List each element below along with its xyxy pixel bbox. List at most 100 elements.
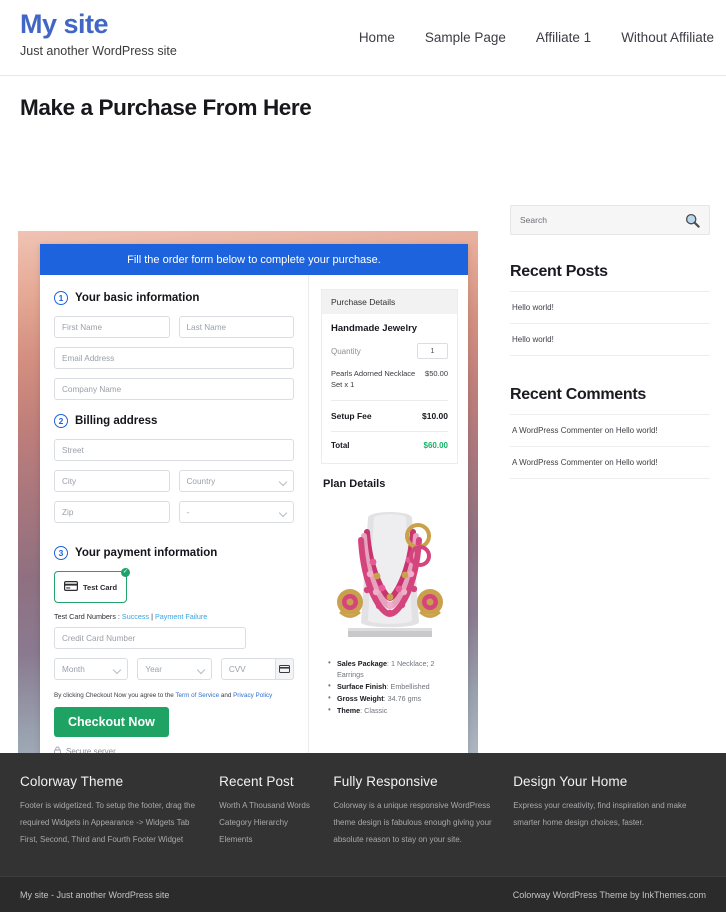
cvv-group: CVV [220,658,294,689]
total-row: Total $60.00 [331,432,448,454]
order-form-banner: Fill the order form below to complete yo… [40,244,468,275]
search-input[interactable]: Search [510,205,710,235]
footer-column-title: Fully Responsive [333,774,438,789]
widget-recent-comments: Recent Comments A WordPress Commenter on… [510,386,710,479]
email-input[interactable]: Email Address [54,347,294,369]
list-item[interactable]: Category Hierarchy [219,815,319,832]
step-1-label: Your basic information [75,292,200,304]
footer-site-credit: My site - Just another WordPress site [20,889,170,900]
footer-column-title: Recent Post [219,774,294,789]
footer-widgets: Colorway Theme Footer is widgetized. To … [0,753,726,876]
plan-feature-list: Sales Package: 1 Necklace; 2 Earrings Su… [325,657,458,717]
step-2-number: 2 [54,414,68,428]
street-input[interactable]: Street [54,439,294,461]
feature-value: : Classic [360,706,388,716]
step-1-heading: 1 Your basic information [54,291,294,305]
step-2-label: Billing address [75,415,158,427]
feature-value: : Embellished [386,681,430,691]
nav-item-sample-page[interactable]: Sample Page [425,30,506,45]
site-branding: My site Just another WordPress site [20,9,177,57]
test-card-label: Test Card [83,582,118,592]
footer-column-recent-post: Recent Post Worth A Thousand Words Categ… [219,774,333,876]
feature-key: Surface Finish [337,681,387,691]
city-input[interactable]: City [54,470,170,492]
setup-fee-price: $10.00 [422,410,448,421]
setup-fee-label: Setup Fee [331,410,372,421]
footer-column-design-your-home: Design Your Home Express your creativity… [513,774,706,876]
expiry-year-select[interactable]: Year [137,658,212,680]
page-body: Make a Purchase From Here Fill the order… [0,95,726,833]
product-image [321,498,458,648]
test-card-option[interactable]: Test Card ✓ [54,568,131,603]
widget-title: Recent Posts [510,263,608,280]
state-select[interactable]: - [178,501,294,523]
list-item[interactable]: A WordPress Commenter on Hello world! [510,446,710,479]
country-select[interactable]: Country [178,470,294,492]
nav-item-home[interactable]: Home [359,30,395,45]
zip-input[interactable]: Zip [54,501,170,523]
widget-recent-posts: Recent Posts Hello world! Hello world! [510,263,710,356]
footer-theme-credit[interactable]: Colorway WordPress Theme by InkThemes.co… [513,890,706,900]
footer-column-colorway-theme: Colorway Theme Footer is widgetized. To … [20,774,219,876]
footer-column-text: Footer is widgetized. To setup the foote… [20,801,196,844]
nav-item-without-affiliate[interactable]: Without Affiliate [621,30,714,45]
purchase-details-panel: Purchase Details Handmade Jewelry Quanti… [321,289,458,464]
site-title[interactable]: My site [20,9,177,40]
step-3-heading: 3 Your payment information [54,546,294,560]
terms-agreement-text: By clicking Checkout Now you agree to th… [54,692,294,699]
footer-recent-post-list: Worth A Thousand Words Category Hierarch… [219,798,319,848]
company-name-input[interactable]: Company Name [54,378,294,400]
privacy-policy-link[interactable]: Privacy Policy [233,692,272,699]
credit-card-number-input[interactable]: Credit Card Number [54,627,246,649]
sidebar: Search Recent Posts Hello world! Hello w… [510,205,710,509]
recent-comments-list: A WordPress Commenter on Hello world! A … [510,414,710,479]
plan-details-heading: Plan Details [323,477,386,490]
test-card-numbers-prefix: Test Card Numbers : [54,612,122,621]
order-summary-column: Purchase Details Handmade Jewelry Quanti… [308,275,468,820]
feature-key: Gross Weight [337,694,384,704]
widget-title: Recent Comments [510,386,646,403]
list-item[interactable]: A WordPress Commenter on Hello world! [510,414,710,446]
checkout-now-button[interactable]: Checkout Now [54,707,169,737]
product-name: Handmade Jewelry [331,323,418,334]
setup-fee-row: Setup Fee $10.00 [331,401,448,431]
purchase-details-heading: Purchase Details [322,290,457,314]
list-item: Surface Finish: Embellished [328,680,458,693]
success-link[interactable]: Success [122,612,149,621]
list-item: Sales Package: 1 Necklace; 2 Earrings [328,657,458,680]
checkout-card: Fill the order form below to complete yo… [40,244,468,820]
quantity-input[interactable]: 1 [417,343,448,359]
step-3-label: Your payment information [75,547,218,559]
list-item[interactable]: Hello world! [510,323,710,356]
total-price: $60.00 [423,441,448,451]
footer-bottom-bar: My site - Just another WordPress site Co… [0,876,726,912]
list-item[interactable]: Worth A Thousand Words [219,798,319,815]
step-3-number: 3 [54,546,68,560]
feature-value: : 34.76 gms [383,694,422,704]
checkout-form-column: 1 Your basic information First Name Last… [40,275,308,820]
terms-of-service-link[interactable]: Term of Service [175,692,219,699]
credit-card-icon [64,578,79,596]
expiry-month-select[interactable]: Month [54,658,129,680]
agree-middle: and [219,692,234,699]
step-1-number: 1 [54,291,68,305]
feature-key: Theme [337,706,361,716]
test-card-numbers-row: Test Card Numbers : Success | Payment Fa… [54,612,294,621]
page-title: Make a Purchase From Here [20,95,312,120]
search-icon[interactable] [685,213,700,233]
list-item: Gross Weight: 34.76 gms [328,692,458,705]
feature-key: Sales Package [337,658,387,668]
cvv-card-icon [275,658,294,680]
site-header: My site Just another WordPress site Home… [0,0,726,76]
list-item[interactable]: Hello world! [510,291,710,323]
list-item[interactable]: Elements [219,832,319,849]
list-item: Theme: Classic [328,704,458,717]
last-name-input[interactable]: Last Name [178,316,294,338]
footer-column-title: Design Your Home [513,774,628,789]
primary-navigation: Home Sample Page Affiliate 1 Without Aff… [359,30,714,45]
first-name-input[interactable]: First Name [54,316,170,338]
checkout-background: Fill the order form below to complete yo… [18,231,478,833]
agree-prefix: By clicking Checkout Now you agree to th… [54,692,176,699]
nav-item-affiliate-1[interactable]: Affiliate 1 [536,30,591,45]
payment-failure-link[interactable]: Payment Failure [155,612,207,621]
